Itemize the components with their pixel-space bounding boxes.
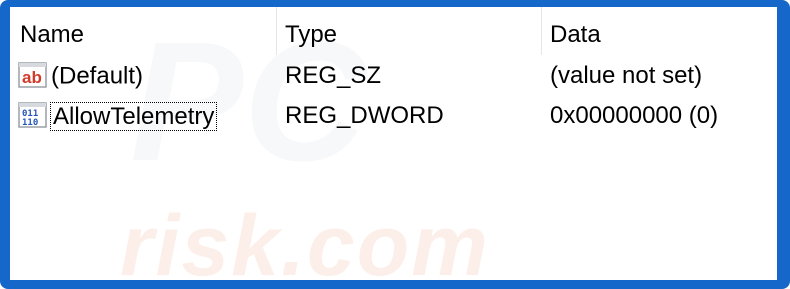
registry-value-row-default[interactable]: ab (Default) REG_SZ (value not set) [10,56,777,96]
svg-text:110: 110 [22,118,38,128]
binary-value-icon: 011 110 [18,101,47,128]
value-type-cell: REG_SZ [285,62,382,89]
watermark-text: risk.com [120,198,490,280]
column-header-name[interactable]: Name [10,7,277,55]
column-header-row: Name Type Data [10,7,777,55]
column-header-type[interactable]: Type [277,7,542,55]
value-name-cell: 011 110 AllowTelemetry [18,96,218,136]
registry-values-pane: PC risk.com Name Type Data ab (Default) … [10,7,777,280]
value-name-label[interactable]: AllowTelemetry [49,101,218,131]
value-data-cell: 0x00000000 (0) [550,102,719,129]
registry-window-frame: PC risk.com Name Type Data ab (Default) … [0,0,790,289]
value-type-cell: REG_DWORD [285,102,444,129]
value-name-cell: ab (Default) [18,56,143,96]
string-value-icon: ab [18,61,47,88]
registry-value-row-allowtelemetry[interactable]: 011 110 AllowTelemetry REG_DWORD 0x00000… [10,96,777,136]
value-name-label: (Default) [51,62,144,90]
svg-text:ab: ab [22,68,42,87]
column-header-data[interactable]: Data [542,7,777,55]
value-data-cell: (value not set) [550,62,703,89]
